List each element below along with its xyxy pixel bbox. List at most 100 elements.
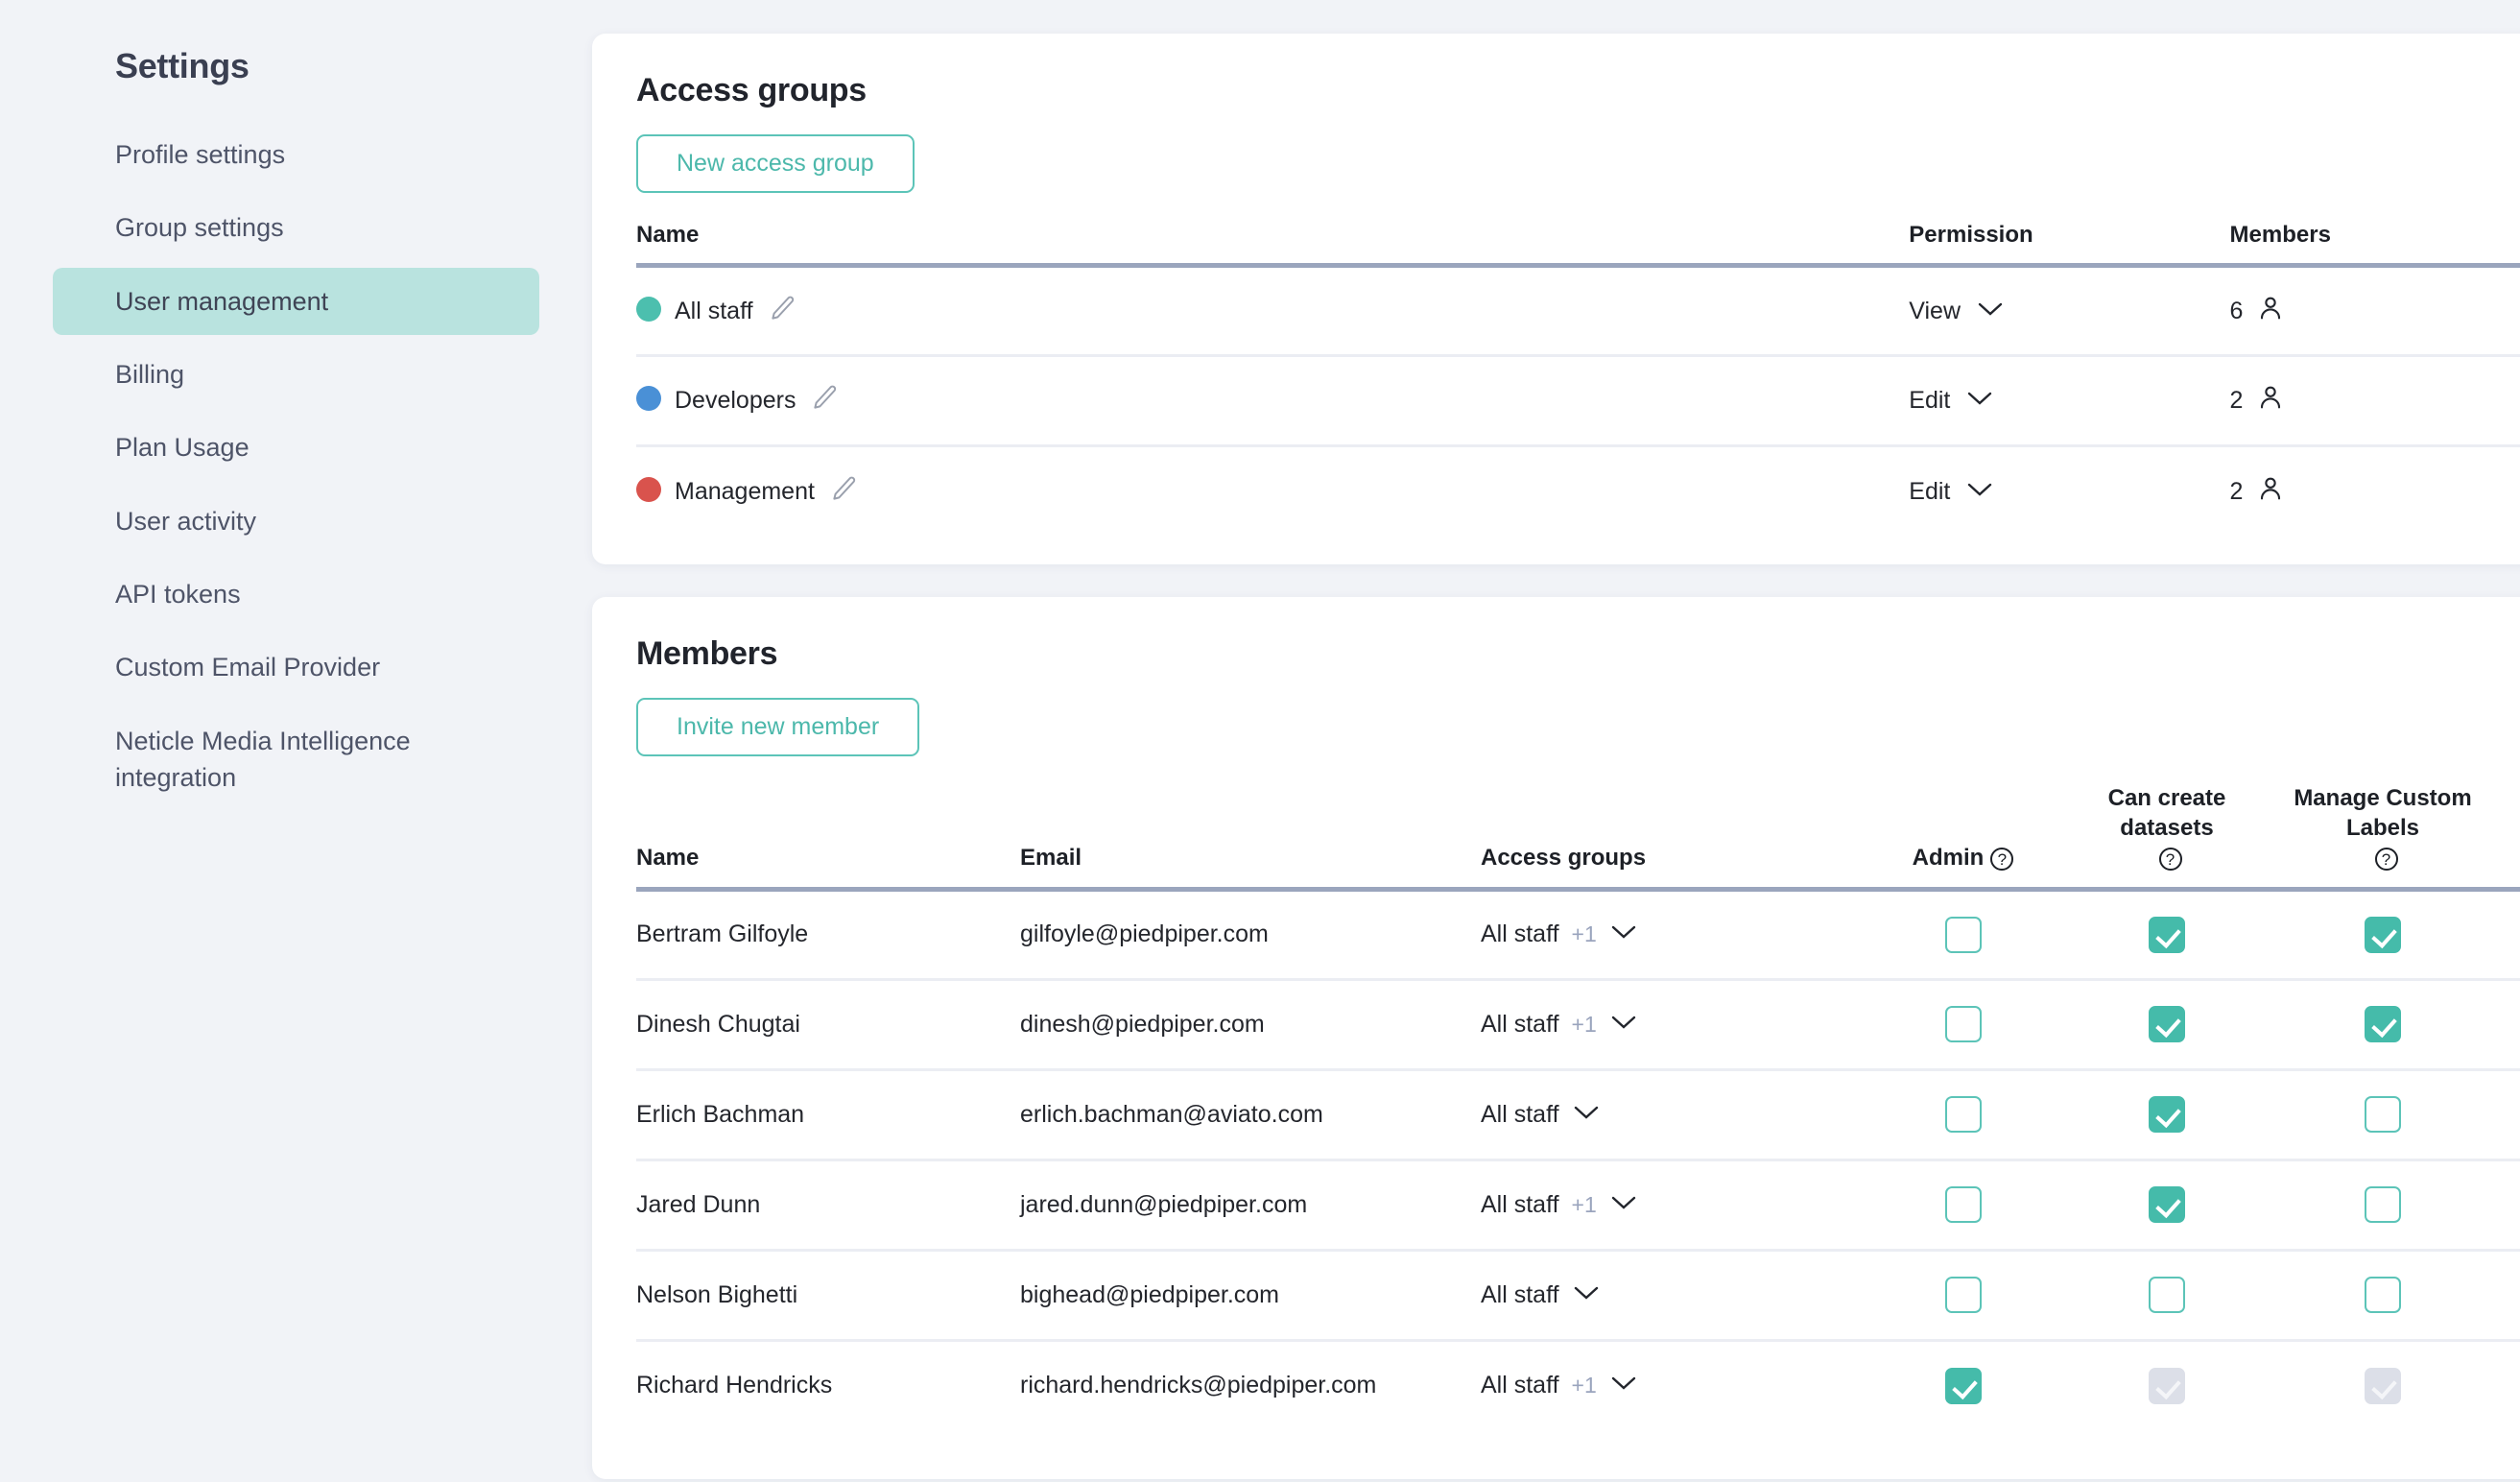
member-name-cell: Bertram Gilfoyle — [636, 889, 1020, 979]
table-header-row: Name Permission Members — [636, 220, 2520, 266]
sidebar-item-user-management[interactable]: User management — [53, 267, 539, 335]
member-access-groups-cell[interactable]: All staff +1 — [1481, 889, 1855, 979]
chevron-down-icon[interactable] — [1609, 1191, 1638, 1219]
member-name: Bertram Gilfoyle — [636, 920, 809, 948]
member-email-cell: gilfoyle@piedpiper.com — [1020, 889, 1481, 979]
sidebar-item-label: User management — [115, 286, 329, 316]
member-email-cell: bighead@piedpiper.com — [1020, 1250, 1481, 1340]
members-count: 2 — [2229, 387, 2244, 415]
chevron-down-icon[interactable] — [1572, 1101, 1601, 1129]
delete-member-cell[interactable] — [2503, 1069, 2520, 1159]
admin-checkbox[interactable] — [1944, 1096, 1982, 1134]
sidebar-item-profile-settings[interactable]: Profile settings — [53, 121, 539, 188]
chevron-down-icon[interactable] — [1609, 1011, 1638, 1039]
chevron-down-icon[interactable] — [1572, 1281, 1601, 1309]
chevron-down-icon[interactable] — [1609, 920, 1638, 948]
admin-checkbox[interactable] — [1944, 916, 1982, 953]
manage-custom-labels-checkbox[interactable] — [2365, 1277, 2401, 1314]
permission-cell[interactable]: Edit — [1909, 356, 2229, 446]
admin-checkbox-cell — [1855, 979, 2071, 1069]
members-count: 2 — [2229, 477, 2244, 505]
member-access-groups-cell[interactable]: All staff — [1481, 1250, 1855, 1340]
column-header-actions — [2509, 220, 2520, 266]
help-icon[interactable]: ? — [2158, 848, 2182, 872]
admin-checkbox[interactable] — [1944, 1277, 1982, 1314]
help-icon[interactable]: ? — [1990, 848, 2014, 872]
manage-custom-labels-checkbox[interactable] — [2365, 1006, 2401, 1043]
sidebar-item-custom-email-provider[interactable]: Custom Email Provider — [53, 633, 539, 701]
sidebar-item-label: Neticle Media Intelligence integration — [115, 726, 411, 792]
member-access-groups-cell[interactable]: All staff — [1481, 1069, 1855, 1159]
sidebar-item-plan-usage[interactable]: Plan Usage — [53, 414, 539, 481]
members-table-head: Name Email Access groups Admin? Can crea… — [636, 783, 2520, 890]
chevron-down-icon[interactable] — [1965, 387, 1994, 415]
sidebar-item-user-activity[interactable]: User activity — [53, 488, 539, 555]
access-group-name-cell: All staff — [636, 266, 1909, 356]
new-access-group-button[interactable]: New access group — [636, 134, 915, 193]
additional-groups-badge: +1 — [1571, 1191, 1597, 1217]
sidebar-item-api-tokens[interactable]: API tokens — [53, 561, 539, 628]
edit-pencil-icon[interactable] — [769, 296, 797, 328]
sidebar-item-label: Group settings — [115, 213, 284, 243]
edit-pencil-icon[interactable] — [811, 385, 840, 418]
can-create-datasets-checkbox[interactable] — [2149, 916, 2185, 953]
admin-checkbox-cell — [1855, 1069, 2071, 1159]
can-create-datasets-checkbox-cell — [2071, 1250, 2263, 1340]
members-card: Members Invite new member Name Email Acc… — [592, 597, 2520, 1479]
can-create-datasets-checkbox[interactable] — [2149, 1277, 2185, 1314]
chevron-down-icon[interactable] — [1965, 478, 1994, 506]
sidebar-item-label: Profile settings — [115, 140, 286, 169]
sidebar-item-billing[interactable]: Billing — [53, 341, 539, 408]
admin-checkbox-cell — [1855, 1250, 2071, 1340]
delete-member-cell[interactable] — [2503, 979, 2520, 1069]
chevron-down-icon[interactable] — [1609, 1372, 1638, 1399]
manage-custom-labels-checkbox[interactable] — [2365, 1186, 2401, 1224]
members-table: Name Email Access groups Admin? Can crea… — [636, 783, 2520, 1430]
member-name-cell: Nelson Bighetti — [636, 1250, 1020, 1340]
group-color-dot — [636, 476, 661, 502]
column-header-admin: Admin? — [1855, 783, 2071, 889]
delete-access-group-cell[interactable] — [2509, 356, 2520, 446]
column-header-actions — [2503, 783, 2520, 889]
can-create-datasets-checkbox — [2149, 1367, 2185, 1404]
sidebar-item-label: Billing — [115, 359, 185, 389]
sidebar-item-label: API tokens — [115, 579, 241, 609]
member-name: Dinesh Chugtai — [636, 1010, 800, 1038]
sidebar-item-group-settings[interactable]: Group settings — [53, 194, 539, 261]
member-access-groups-cell[interactable]: All staff +1 — [1481, 979, 1855, 1069]
member-access-groups-cell[interactable]: All staff +1 — [1481, 1340, 1855, 1430]
admin-checkbox[interactable] — [1944, 1006, 1982, 1043]
manage-custom-labels-checkbox-cell — [2263, 1340, 2503, 1430]
admin-checkbox[interactable] — [1944, 1367, 1982, 1404]
edit-pencil-icon[interactable] — [830, 476, 859, 509]
member-name-cell: Dinesh Chugtai — [636, 979, 1020, 1069]
member-email: bighead@piedpiper.com — [1020, 1280, 1280, 1308]
can-create-datasets-checkbox[interactable] — [2149, 1186, 2185, 1224]
column-header-manage-custom-labels: Manage Custom Labels? — [2263, 783, 2503, 889]
group-color-dot — [636, 386, 661, 412]
delete-access-group-cell[interactable] — [2509, 446, 2520, 537]
delete-member-cell[interactable] — [2503, 1250, 2520, 1340]
chevron-down-icon[interactable] — [1976, 298, 2005, 325]
column-header-members: Members — [2229, 222, 2331, 248]
member-email: dinesh@piedpiper.com — [1020, 1010, 1265, 1038]
permission-cell[interactable]: View — [1909, 266, 2229, 356]
delete-member-cell[interactable] — [2503, 1159, 2520, 1250]
invite-new-member-button[interactable]: Invite new member — [636, 698, 920, 756]
member-email: erlich.bachman@aviato.com — [1020, 1100, 1323, 1128]
sidebar-item-neticle-media-intelligence-integration[interactable]: Neticle Media Intelligence integration — [53, 707, 539, 812]
permission-cell[interactable]: Edit — [1909, 446, 2229, 537]
manage-custom-labels-checkbox-cell — [2263, 979, 2503, 1069]
member-person-icon — [2256, 294, 2285, 329]
can-create-datasets-checkbox[interactable] — [2149, 1096, 2185, 1134]
manage-custom-labels-checkbox[interactable] — [2365, 916, 2401, 953]
delete-member-cell[interactable] — [2503, 889, 2520, 979]
help-icon[interactable]: ? — [2374, 848, 2398, 872]
member-name: Erlich Bachman — [636, 1100, 805, 1128]
member-access-groups-cell[interactable]: All staff +1 — [1481, 1159, 1855, 1250]
admin-checkbox[interactable] — [1944, 1186, 1982, 1224]
delete-member-cell[interactable] — [2503, 1340, 2520, 1430]
can-create-datasets-checkbox[interactable] — [2149, 1006, 2185, 1043]
manage-custom-labels-checkbox[interactable] — [2365, 1096, 2401, 1134]
delete-access-group-cell[interactable] — [2509, 266, 2520, 356]
